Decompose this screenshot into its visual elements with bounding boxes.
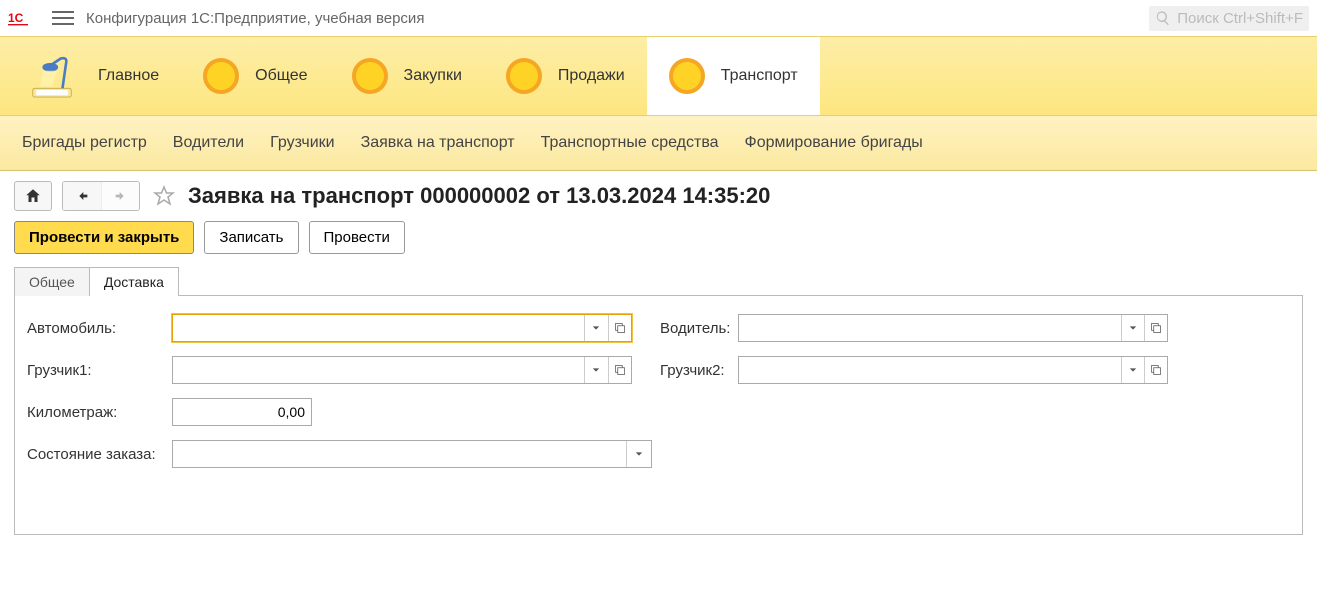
submenu-loaders[interactable]: Грузчики xyxy=(270,134,335,152)
loader2-input[interactable] xyxy=(739,357,1121,383)
global-search[interactable]: Поиск Ctrl+Shift+F xyxy=(1149,6,1309,31)
dropdown-button[interactable] xyxy=(584,315,607,341)
chevron-down-icon xyxy=(1129,324,1137,332)
open-icon xyxy=(614,322,626,334)
svg-text:1С: 1С xyxy=(8,11,24,25)
section-label: Транспорт xyxy=(721,67,798,85)
circle-icon xyxy=(352,58,388,94)
section-label: Продажи xyxy=(558,67,625,85)
driver-input[interactable] xyxy=(739,315,1121,341)
section-bar: Главное Общее Закупки Продажи Транспорт xyxy=(0,36,1317,116)
section-label: Закупки xyxy=(404,67,462,85)
section-purchases[interactable]: Закупки xyxy=(330,37,484,115)
order-state-input[interactable] xyxy=(173,441,626,467)
open-icon xyxy=(1150,364,1162,376)
open-button[interactable] xyxy=(1144,357,1167,383)
section-sales[interactable]: Продажи xyxy=(484,37,647,115)
post-and-close-button[interactable]: Провести и закрыть xyxy=(14,221,194,254)
submenu-bar: Бригады регистр Водители Грузчики Заявка… xyxy=(0,116,1317,171)
form-panel: Автомобиль: Водитель: Грузчик1: xyxy=(14,295,1303,535)
open-icon xyxy=(1150,322,1162,334)
config-title: Конфигурация 1С:Предприятие, учебная вер… xyxy=(86,10,424,27)
desk-lamp-icon xyxy=(22,48,82,104)
dropdown-button[interactable] xyxy=(1121,357,1144,383)
loader1-input[interactable] xyxy=(173,357,584,383)
save-button[interactable]: Записать xyxy=(204,221,298,254)
arrow-right-icon xyxy=(113,188,129,204)
dropdown-button[interactable] xyxy=(1121,315,1144,341)
mileage-label: Километраж: xyxy=(27,404,172,421)
loader1-label: Грузчик1: xyxy=(27,362,172,379)
search-placeholder: Поиск Ctrl+Shift+F xyxy=(1177,10,1303,27)
post-button[interactable]: Провести xyxy=(309,221,405,254)
arrow-left-icon xyxy=(74,188,90,204)
car-label: Автомобиль: xyxy=(27,320,172,337)
circle-icon xyxy=(203,58,239,94)
open-icon xyxy=(614,364,626,376)
driver-label: Водитель: xyxy=(660,320,738,337)
section-label: Общее xyxy=(255,67,307,85)
chevron-down-icon xyxy=(592,366,600,374)
search-icon xyxy=(1155,10,1171,26)
open-button[interactable] xyxy=(608,315,631,341)
chevron-down-icon xyxy=(635,450,643,458)
chevron-down-icon xyxy=(592,324,600,332)
star-icon xyxy=(152,184,176,208)
logo-1c: 1С xyxy=(8,8,40,28)
circle-icon xyxy=(506,58,542,94)
order-state-label: Состояние заказа: xyxy=(27,446,172,463)
favorite-button[interactable] xyxy=(150,182,178,210)
home-button[interactable] xyxy=(14,181,52,211)
submenu-brigades-register[interactable]: Бригады регистр xyxy=(22,134,147,152)
section-transport[interactable]: Транспорт xyxy=(647,37,820,115)
back-button[interactable] xyxy=(63,182,101,210)
submenu-transport-request[interactable]: Заявка на транспорт xyxy=(361,134,515,152)
main-menu-icon[interactable] xyxy=(52,11,74,25)
dropdown-button[interactable] xyxy=(626,441,651,467)
submenu-brigade-forming[interactable]: Формирование бригады xyxy=(745,134,923,152)
circle-icon xyxy=(669,58,705,94)
section-main[interactable]: Главное xyxy=(0,37,181,115)
open-button[interactable] xyxy=(608,357,631,383)
open-button[interactable] xyxy=(1144,315,1167,341)
tab-delivery[interactable]: Доставка xyxy=(89,267,179,296)
submenu-drivers[interactable]: Водители xyxy=(173,134,244,152)
section-common[interactable]: Общее xyxy=(181,37,329,115)
car-input[interactable] xyxy=(173,315,584,341)
submenu-vehicles[interactable]: Транспортные средства xyxy=(541,134,719,152)
chevron-down-icon xyxy=(1129,366,1137,374)
section-label: Главное xyxy=(98,67,159,85)
dropdown-button[interactable] xyxy=(584,357,607,383)
document-title: Заявка на транспорт 000000002 от 13.03.2… xyxy=(188,183,770,209)
forward-button xyxy=(101,182,139,210)
tab-general[interactable]: Общее xyxy=(14,267,90,296)
mileage-input[interactable] xyxy=(173,399,311,425)
loader2-label: Грузчик2: xyxy=(660,362,738,379)
home-icon xyxy=(24,187,42,205)
